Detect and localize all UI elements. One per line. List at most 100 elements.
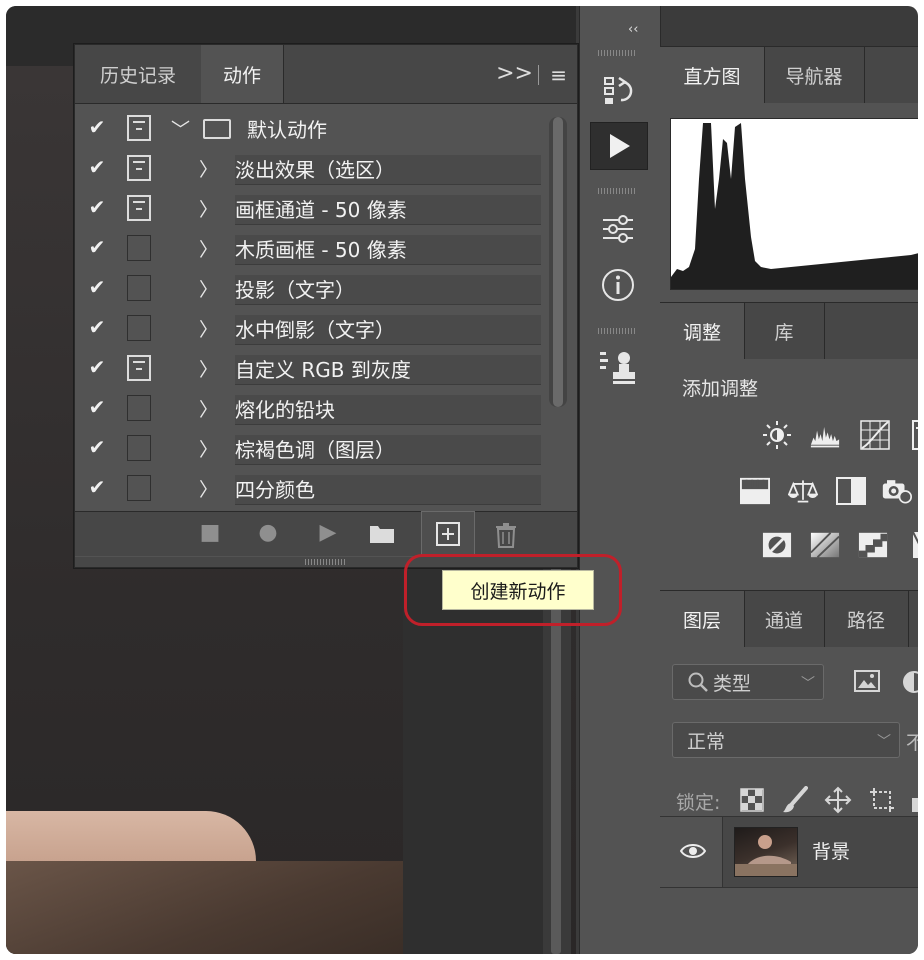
create-new-action-button[interactable]	[421, 511, 475, 555]
actions-play-icon[interactable]	[590, 122, 648, 170]
tabbar-divider	[538, 65, 539, 85]
stop-icon[interactable]: ■	[195, 520, 225, 548]
trash-icon[interactable]	[491, 522, 521, 550]
panel-resize-grip[interactable]	[305, 559, 345, 565]
chevron-right-icon[interactable]: 〉	[199, 355, 218, 382]
chevron-down-icon[interactable]: ﹀	[171, 115, 190, 142]
check-icon[interactable]: ✔	[85, 195, 109, 221]
lock-all-icon[interactable]	[910, 788, 918, 818]
tab-navigator[interactable]: 导航器	[764, 47, 865, 103]
check-icon[interactable]: ✔	[85, 235, 109, 261]
invert-icon[interactable]	[762, 530, 792, 560]
exposure-icon[interactable]	[904, 420, 918, 450]
layer-row-background[interactable]: 背景	[660, 816, 918, 888]
check-icon[interactable]: ✔	[85, 115, 109, 141]
clone-source-icon[interactable]	[590, 344, 646, 390]
action-row[interactable]: ✔ 〉自定义 RGB 到灰度	[75, 349, 545, 389]
chevron-right-icon[interactable]: 〉	[199, 195, 218, 222]
action-row[interactable]: ✔ 〉棕褐色调（图层）	[75, 429, 545, 469]
collapse-dock-icon[interactable]: ‹‹	[628, 22, 638, 37]
action-name: 木质画框 - 50 像素	[235, 235, 541, 265]
lock-label: 锁定:	[676, 792, 721, 814]
tab-layers[interactable]: 图层	[660, 591, 745, 647]
dialog-toggle-icon[interactable]	[127, 395, 151, 421]
info-icon[interactable]	[590, 262, 646, 308]
action-row[interactable]: ✔ 〉投影（文字）	[75, 269, 545, 309]
panel-menu-icon[interactable]: ≡	[550, 63, 567, 87]
gradient-map-icon[interactable]	[810, 530, 840, 560]
chevron-right-icon[interactable]: 〉	[199, 475, 218, 502]
tab-paths[interactable]: 路径	[824, 591, 909, 647]
action-row[interactable]: ✔ 〉淡出效果（选区）	[75, 149, 545, 189]
check-icon[interactable]: ✔	[85, 315, 109, 341]
chevron-right-icon[interactable]: 〉	[199, 435, 218, 462]
dock-grip[interactable]	[598, 50, 636, 56]
tab-histogram[interactable]: 直方图	[660, 47, 765, 103]
dialog-toggle-icon[interactable]	[127, 355, 151, 381]
layer-thumbnail	[734, 827, 798, 877]
dock-grip[interactable]	[598, 188, 636, 194]
actions-scrollbar[interactable]	[549, 117, 567, 407]
folder-icon[interactable]	[367, 522, 397, 550]
lock-pixels-brush-icon[interactable]	[782, 786, 808, 820]
play-icon[interactable]: ▶	[313, 520, 343, 548]
tab-adjustments[interactable]: 调整	[660, 303, 745, 359]
tooltip: 创建新动作	[442, 570, 594, 610]
black-white-icon[interactable]	[836, 476, 866, 506]
dialog-toggle-icon[interactable]	[127, 315, 151, 341]
tab-history[interactable]: 历史记录	[75, 45, 202, 103]
check-icon[interactable]: ✔	[85, 275, 109, 301]
color-balance-icon[interactable]	[788, 476, 818, 506]
chevron-right-icon[interactable]: 〉	[199, 235, 218, 262]
posterize-icon[interactable]	[858, 530, 888, 560]
hue-saturation-icon[interactable]	[740, 476, 770, 506]
dialog-toggle-icon[interactable]	[127, 435, 151, 461]
expand-panel-icon[interactable]: >>	[496, 61, 533, 86]
chevron-right-icon[interactable]: 〉	[199, 315, 218, 342]
check-icon[interactable]: ✔	[85, 475, 109, 501]
dialog-toggle-icon[interactable]	[127, 475, 151, 501]
tab-channels[interactable]: 通道	[744, 591, 825, 647]
lock-position-move-icon[interactable]	[824, 786, 852, 820]
action-row[interactable]: ✔ 〉画框通道 - 50 像素	[75, 189, 545, 229]
tab-libraries[interactable]: 库	[744, 303, 825, 359]
levels-icon[interactable]	[810, 420, 840, 450]
dialog-toggle-icon[interactable]	[127, 275, 151, 301]
action-set-row[interactable]: ✔ ﹀ 默认动作	[75, 109, 545, 149]
lock-artboard-icon[interactable]	[868, 786, 896, 820]
layer-name[interactable]: 背景	[812, 837, 850, 864]
action-name: 水中倒影（文字）	[235, 315, 541, 345]
chevron-right-icon[interactable]: 〉	[199, 275, 218, 302]
blend-mode-dropdown[interactable]: 正常 ﹀	[672, 722, 900, 758]
action-row[interactable]: ✔ 〉熔化的铅块	[75, 389, 545, 429]
actions-scrollbar-thumb[interactable]	[553, 117, 563, 407]
action-row[interactable]: ✔ 〉木质画框 - 50 像素	[75, 229, 545, 269]
layer-filter-dropdown[interactable]: 类型 ﹀	[672, 664, 824, 700]
action-row[interactable]: ✔ 〉四分颜色	[75, 469, 545, 509]
dialog-toggle-icon[interactable]	[127, 155, 151, 181]
check-icon[interactable]: ✔	[85, 155, 109, 181]
chevron-right-icon[interactable]: 〉	[199, 395, 218, 422]
tab-actions[interactable]: 动作	[201, 45, 284, 103]
dialog-toggle-icon[interactable]	[127, 195, 151, 221]
history-panel-icon[interactable]	[590, 68, 646, 114]
check-icon[interactable]: ✔	[85, 435, 109, 461]
image-filter-icon[interactable]	[854, 670, 880, 698]
check-icon[interactable]: ✔	[85, 355, 109, 381]
dialog-toggle-icon[interactable]	[127, 235, 151, 261]
chevron-right-icon[interactable]: 〉	[199, 155, 218, 182]
action-row[interactable]: ✔ 〉水中倒影（文字）	[75, 309, 545, 349]
record-icon[interactable]: ●	[253, 520, 283, 548]
photo-filter-icon[interactable]	[882, 476, 912, 506]
eye-icon[interactable]	[680, 841, 706, 861]
check-icon[interactable]: ✔	[85, 395, 109, 421]
adjustments-sliders-icon[interactable]	[590, 206, 646, 252]
opacity-label: 不	[906, 732, 918, 754]
lock-transparent-icon[interactable]	[740, 788, 764, 818]
dock-grip[interactable]	[598, 328, 636, 334]
dialog-toggle-icon[interactable]	[127, 115, 151, 141]
adjustment-filter-icon[interactable]	[902, 670, 918, 700]
curves-icon[interactable]	[860, 420, 890, 450]
brightness-icon[interactable]	[762, 420, 792, 450]
selective-color-icon[interactable]	[904, 530, 918, 560]
